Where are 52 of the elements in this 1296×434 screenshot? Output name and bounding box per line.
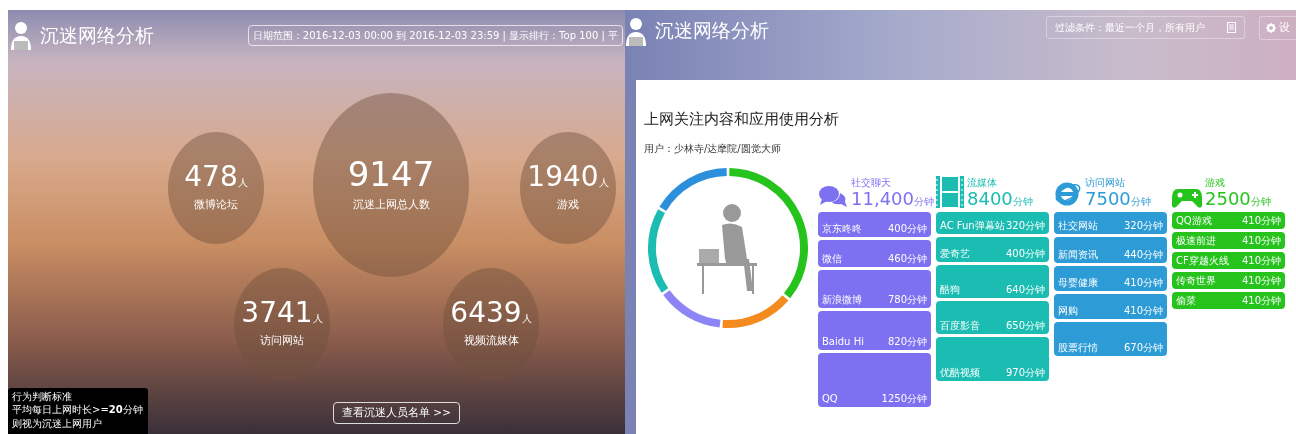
view-list-button[interactable]: 查看沉迷人员名单 >> xyxy=(333,402,460,424)
stat-value: 9147 xyxy=(347,157,435,192)
app-usage-row: 爱奇艺 400分钟 xyxy=(936,236,1049,262)
settings-button[interactable]: 设 xyxy=(1259,16,1296,40)
stat-label: 微博论坛 xyxy=(194,197,238,213)
app-usage-row: 微信 460分钟 xyxy=(818,239,931,267)
category-total: 7500分钟 xyxy=(1085,189,1151,208)
app-usage-row: 优酷视频 970分钟 xyxy=(936,336,1049,381)
criteria-rule: 平均每日上网时长>=20分钟 xyxy=(12,403,144,417)
app-usage-row: 偷菜 410分钟 xyxy=(1172,291,1285,309)
app-usage-row: Baidu Hi 820分钟 xyxy=(818,310,931,350)
app-usage-row: 京东咚咚 400分钟 xyxy=(818,211,931,237)
app-usage-row: CF穿越火线 410分钟 xyxy=(1172,251,1285,269)
category-total: 11,400分钟 xyxy=(851,189,934,208)
app-usage-row: 网购 410分钟 xyxy=(1054,293,1167,319)
stat-label: 视频流媒体 xyxy=(463,333,519,349)
app-usage-row: 百度影音 650分钟 xyxy=(936,300,1049,334)
date-range-filter[interactable]: 日期范围：2016-12-03 00:00 到 2016-12-03 23:59 | 显示排行：Top 100 | 平 xyxy=(247,24,623,46)
user-path: 用户：少林寺/达摩院/圆觉大师 xyxy=(644,141,782,156)
stat-label: 访问网站 xyxy=(260,333,304,349)
stat-label: 游戏 xyxy=(557,197,579,213)
category-label: 社交聊天 xyxy=(851,175,892,190)
stat-value: 478人 xyxy=(184,163,248,192)
stat-value: 3741人 xyxy=(241,299,323,328)
category-total: 8400分钟 xyxy=(967,189,1033,208)
app-title: 沉迷网络分析 xyxy=(40,22,154,48)
app-usage-row: QQ游戏 410分钟 xyxy=(1172,211,1285,229)
person-icon xyxy=(10,20,32,50)
app-usage-row: 股票行情 670分钟 xyxy=(1054,321,1167,356)
app-usage-row: 母婴健康 410分钟 xyxy=(1054,265,1167,291)
app-usage-row: 传奇世界 410分钟 xyxy=(1172,271,1285,289)
stat-label: 沉迷上网总人数 xyxy=(352,197,430,213)
gear-icon xyxy=(1266,22,1276,33)
app-usage-row: 新浪微博 780分钟 xyxy=(818,269,931,308)
category-total: 2500分钟 xyxy=(1205,189,1271,208)
category-label: 访问网站 xyxy=(1085,175,1126,190)
app-usage-row: 新闻资讯 440分钟 xyxy=(1054,236,1167,263)
app-usage-row: 酷狗 640分钟 xyxy=(936,264,1049,298)
criteria-title: 行为判断标准 xyxy=(12,390,73,403)
category-label: 流媒体 xyxy=(967,175,998,190)
section-title: 上网关注内容和应用使用分析 xyxy=(644,109,840,130)
stat-value: 6439人 xyxy=(450,299,532,328)
stat-value: 1940人 xyxy=(527,163,609,192)
document-icon xyxy=(1227,22,1236,33)
app-usage-row: 社交网站 320分钟 xyxy=(1054,211,1167,234)
category-label: 游戏 xyxy=(1205,175,1226,190)
app-usage-row: AC Fun弹幕站320分钟 xyxy=(936,211,1049,234)
app-usage-row: QQ 1250分钟 xyxy=(818,352,931,407)
person-icon xyxy=(625,16,647,46)
app-usage-row: 极速前进 410分钟 xyxy=(1172,231,1285,249)
criteria-note: 则视为沉迷上网用户 xyxy=(12,417,103,431)
app-title: 沉迷网络分析 xyxy=(655,18,769,43)
